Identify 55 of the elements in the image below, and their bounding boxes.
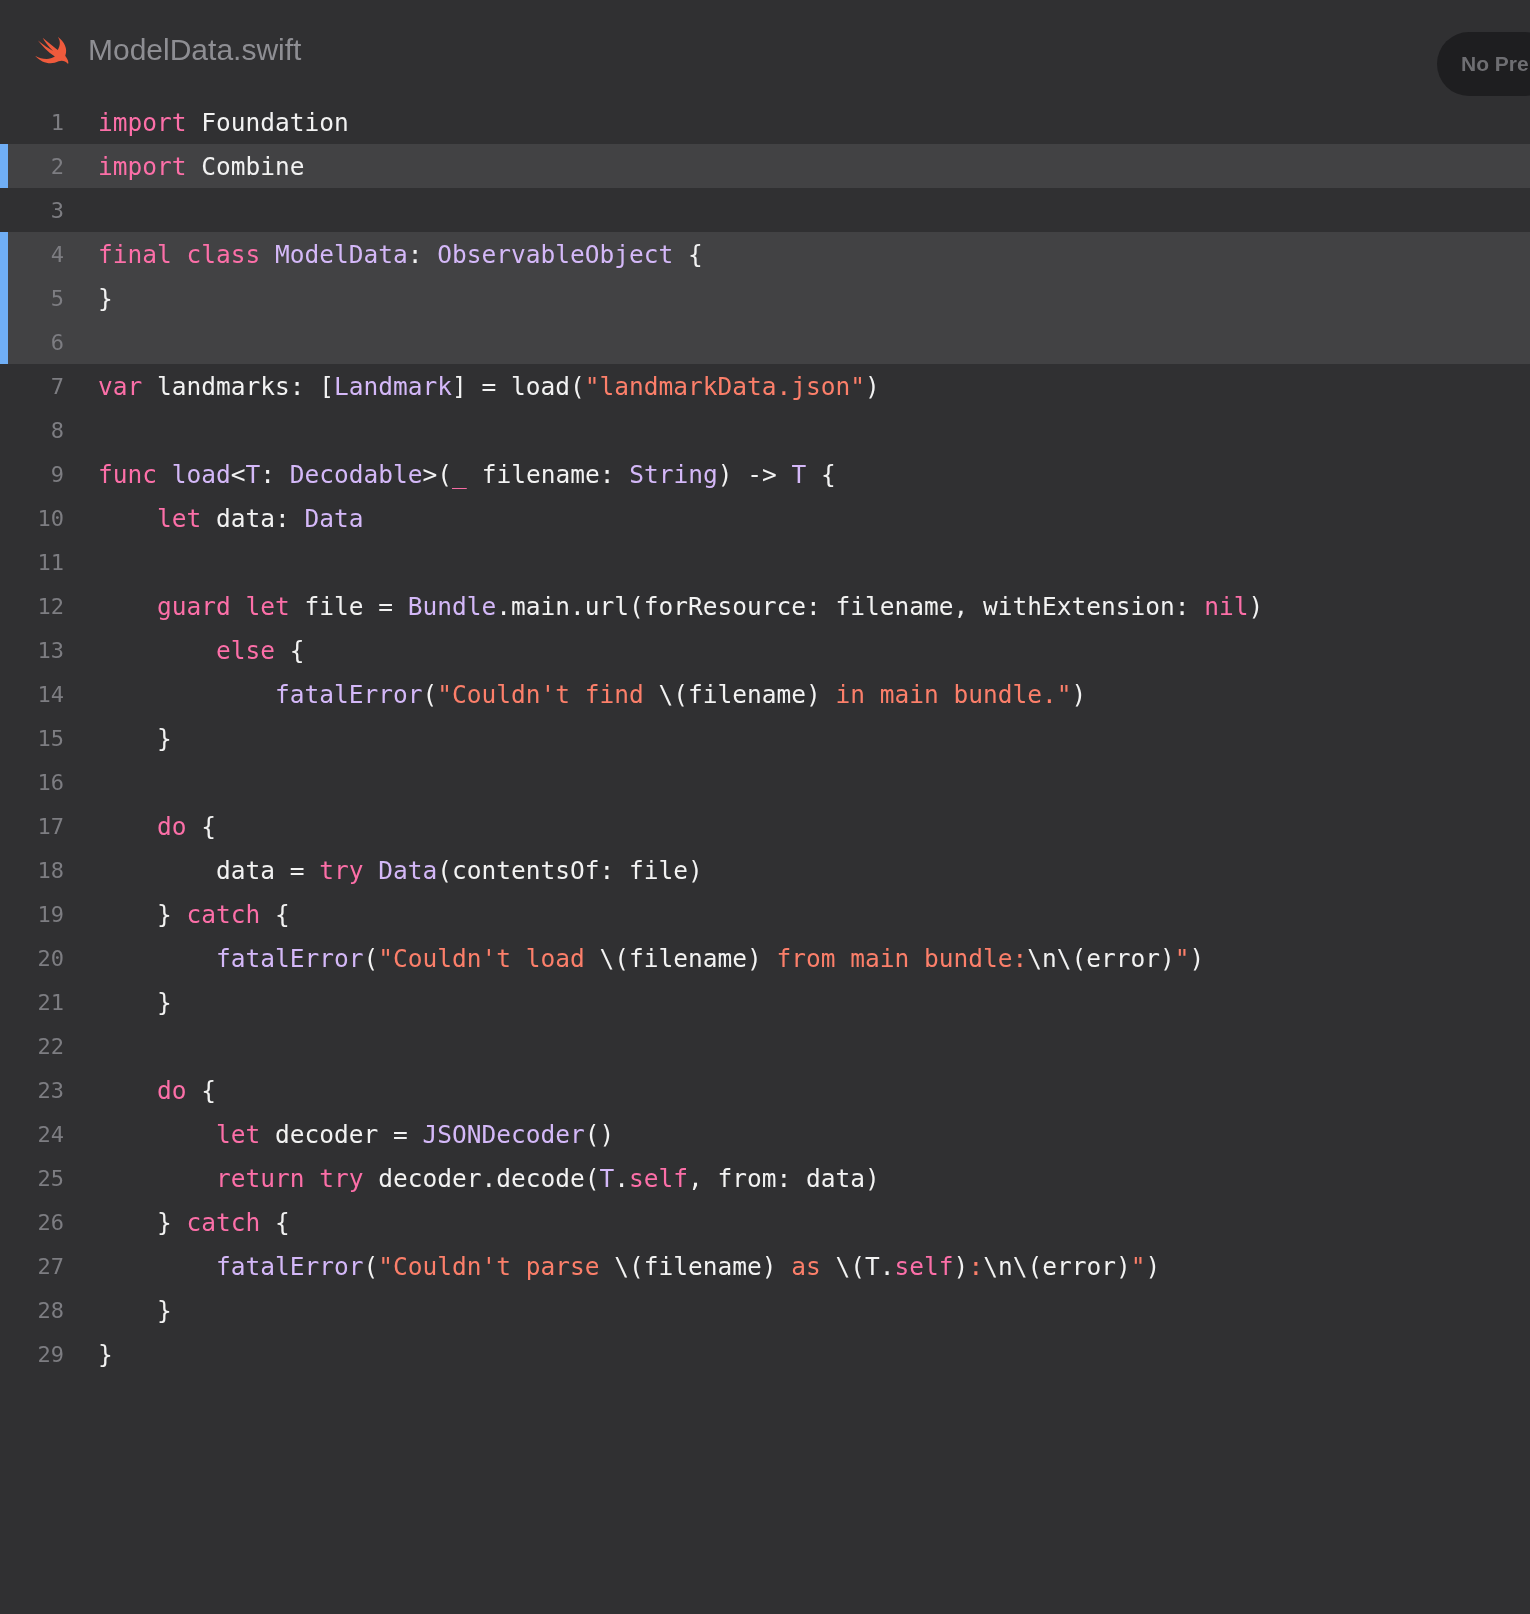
line-number: 9	[49, 461, 64, 487]
code-line: fatalError("Couldn't load \(filename) from main bundle:\n\(error)")	[215, 943, 1205, 973]
line-number: 24	[36, 1121, 64, 1147]
line-number: 5	[49, 285, 64, 311]
line-number: 3	[49, 197, 64, 223]
code-line: let data: Data	[156, 503, 364, 533]
code-line: guard let file = Bundle.main.url(forResource: filename, withExtension: nil)	[156, 591, 1264, 621]
file-title: ModelData.swift	[88, 33, 302, 67]
line-number: 26	[36, 1209, 64, 1235]
line-number: 27	[36, 1253, 64, 1279]
code-line: do {	[156, 1075, 217, 1105]
line-number: 12	[36, 593, 64, 619]
code-line: }	[98, 283, 113, 313]
line-number: 4	[49, 241, 64, 267]
line-number: 8	[49, 417, 64, 443]
code-line: }	[156, 723, 172, 753]
line-number: 16	[36, 769, 64, 795]
line-number: 23	[36, 1077, 64, 1103]
line-number: 13	[36, 637, 64, 663]
code-line: } catch {	[156, 1207, 290, 1237]
code-line: import Combine	[98, 151, 305, 181]
line-number: 19	[36, 901, 64, 927]
code-line: import Foundation	[98, 107, 349, 137]
line-number: 28	[36, 1297, 64, 1323]
line-number: 14	[36, 681, 64, 707]
line-number: 25	[36, 1165, 64, 1191]
line-number: 29	[36, 1341, 64, 1367]
code-line: } catch {	[156, 899, 290, 929]
code-line: }	[156, 987, 172, 1017]
code-line: fatalError("Couldn't find \(filename) in main bundle.")	[274, 679, 1087, 709]
code-line: }	[98, 1339, 113, 1369]
line-number: 20	[36, 945, 64, 971]
line-number: 22	[36, 1033, 64, 1059]
code-line: let decoder = JSONDecoder()	[215, 1119, 615, 1149]
code-line: }	[156, 1295, 172, 1325]
line-number: 2	[49, 153, 64, 179]
code-line: else {	[215, 635, 305, 665]
line-number: 7	[49, 373, 64, 399]
line-number: 17	[36, 813, 64, 839]
code-line: var landmarks: [Landmark] = load("landmarkData.json")	[98, 371, 880, 401]
line-number: 21	[36, 989, 64, 1015]
code-line: return try decoder.decode(T.self, from: data)	[215, 1163, 880, 1193]
code-line: final class ModelData: ObservableObject {	[98, 239, 703, 269]
code-line: data = try Data(contentsOf: file)	[215, 855, 703, 885]
preview-button[interactable]: No Pre	[1437, 32, 1530, 96]
change-bar	[0, 144, 8, 188]
line-number: 10	[36, 505, 64, 531]
code-line: func load<T: Decodable>(_ filename: String) -> T {	[98, 459, 836, 489]
code-line: fatalError("Couldn't parse \(filename) as \(T.self):\n\(error)")	[215, 1251, 1161, 1281]
code-line: do {	[156, 811, 217, 841]
line-number: 15	[36, 725, 64, 751]
line-number: 1	[49, 109, 64, 135]
line-number: 6	[49, 329, 64, 355]
line-number: 18	[36, 857, 64, 883]
line-number: 11	[36, 549, 64, 575]
